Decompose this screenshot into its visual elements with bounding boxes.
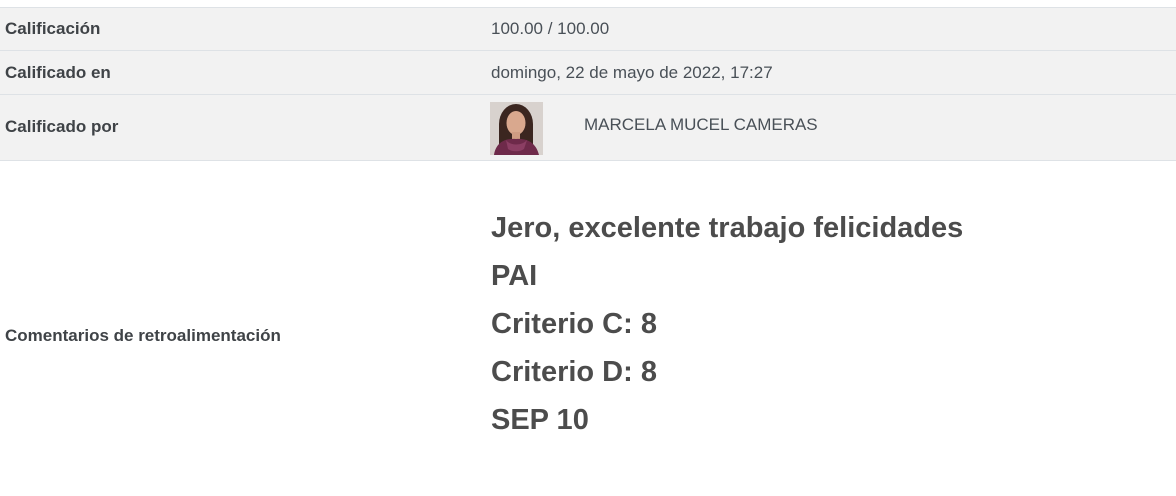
graded-on-label: Calificado en xyxy=(5,63,111,82)
feedback-line: Jero, excelente trabajo felicidades xyxy=(491,212,964,244)
grader-name: MARCELA MUCEL CAMERAS xyxy=(584,115,818,134)
grade-row: Calificación 100.00 / 100.00 xyxy=(0,8,1176,51)
graded-by-label: Calificado por xyxy=(5,117,119,136)
feedback-line: Criterio C: 8 xyxy=(491,308,657,340)
feedback-line: Criterio D: 8 xyxy=(491,356,657,388)
feedback-line: PAI xyxy=(491,260,538,292)
feedback-label: Comentarios de retroalimentación xyxy=(5,326,281,345)
grade-value: 100.00 / 100.00 xyxy=(491,19,610,38)
graded-on-row: Calificado en domingo, 22 de mayo de 202… xyxy=(0,51,1176,95)
feedback-comment: Jero, excelente trabajo felicidades PAI … xyxy=(491,204,963,444)
grading-summary-table: Calificación 100.00 / 100.00 Calificado … xyxy=(0,0,1176,496)
grade-label: Calificación xyxy=(5,19,101,38)
feedback-line: SEP 10 xyxy=(491,404,589,436)
grader-avatar[interactable] xyxy=(490,102,543,155)
grader-avatar-image xyxy=(490,102,543,155)
graded-on-value: domingo, 22 de mayo de 2022, 17:27 xyxy=(491,63,773,82)
graded-by-row: Calificado por MARCELA MUCEL CAMERAS xyxy=(0,95,1176,161)
